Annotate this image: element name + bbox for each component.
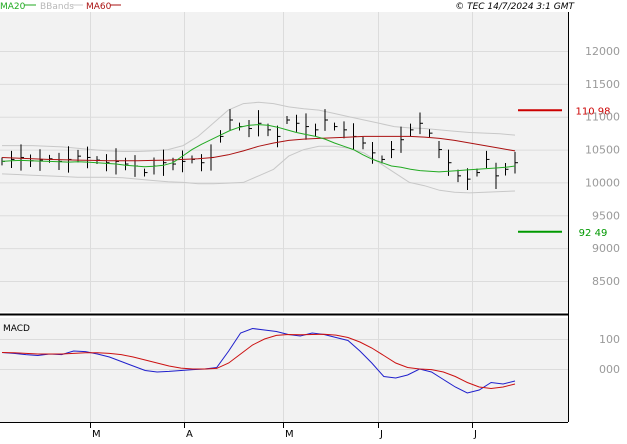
legend-bbands: BBands xyxy=(40,2,74,12)
legend-ma20: MA20 xyxy=(0,2,26,12)
price-y-tick-label: 11500 xyxy=(585,78,620,91)
support-level-label: 92 49 xyxy=(579,228,608,239)
x-tick-label: M xyxy=(285,429,294,440)
price-y-tick-label: 12000 xyxy=(585,45,620,58)
x-tick-label: A xyxy=(186,429,193,440)
price-y-tick-label: 10500 xyxy=(585,144,620,157)
price-y-tick-label: 11000 xyxy=(585,111,620,124)
legend-ma60: MA60 xyxy=(86,2,112,12)
price-y-tick-label: 9500 xyxy=(592,209,620,222)
x-tick-label: J xyxy=(473,429,477,440)
x-tick-label: M xyxy=(92,429,101,440)
price-y-tick-label: 9000 xyxy=(592,242,620,255)
chart-canvas: 110 9892 49 1200011500110001050010000950… xyxy=(0,2,620,440)
macd-title: MACD xyxy=(3,324,30,334)
stock-chart: 110 98 92 49 12000 11500 11000 10500 10000 950… xyxy=(0,0,627,440)
chart-timestamp: © TEC 14/7/2024 3:1 GMT xyxy=(455,2,575,12)
x-tick-label: J xyxy=(379,429,383,440)
price-y-tick-label: 8500 xyxy=(592,275,620,288)
macd-y-tick-label: 000 xyxy=(599,363,620,376)
price-y-tick-label: 10000 xyxy=(585,176,620,189)
macd-y-tick-label: 100 xyxy=(599,333,620,346)
